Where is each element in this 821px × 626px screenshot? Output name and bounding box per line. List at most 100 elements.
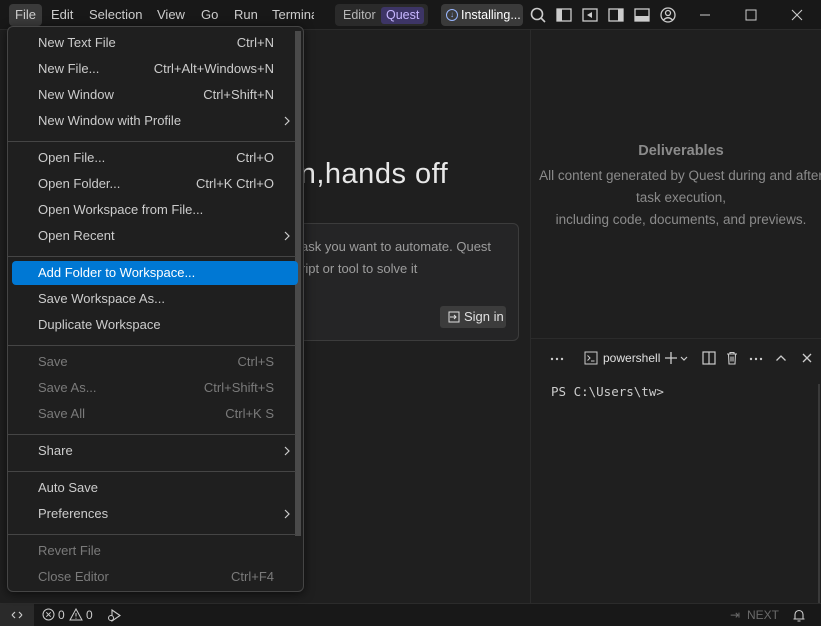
deliverables-line-2: task execution,: [635, 190, 727, 205]
file-menu-item-label: Revert File: [38, 543, 101, 558]
next-label: NEXT: [747, 608, 780, 622]
file-menu-item[interactable]: New Window Ctrl+Shift+N: [12, 83, 298, 107]
file-menu-item-label: New Text File: [38, 35, 116, 50]
file-menu-item[interactable]: New Window with Profile: [12, 109, 298, 133]
split-terminal-icon[interactable]: [701, 350, 717, 366]
mode-switch: Editor Quest: [335, 4, 428, 26]
deliverables-title: Deliverables: [638, 143, 724, 159]
chevron-down-icon[interactable]: [679, 350, 689, 366]
file-menu-item: Revert File: [12, 539, 298, 563]
mode-quest-tab[interactable]: Quest: [381, 7, 425, 24]
menu-separator: [8, 434, 296, 435]
toggle-secondary-sidebar-icon[interactable]: [607, 6, 625, 24]
file-menu-item[interactable]: New Text File Ctrl+N: [12, 31, 298, 55]
file-menu-item-label: Open Workspace from File...: [38, 202, 204, 217]
sign-in-icon: [448, 311, 460, 323]
menu-run[interactable]: Run: [228, 4, 264, 26]
file-menu-item-label: Open File...: [38, 150, 106, 165]
chevron-right-icon: [284, 231, 290, 241]
file-menu-item[interactable]: New File... Ctrl+Alt+Windows+N: [12, 57, 298, 81]
close-icon[interactable]: [774, 0, 820, 30]
remote-indicator[interactable]: [0, 604, 34, 626]
menu-separator: [8, 471, 296, 472]
mode-editor-tab[interactable]: Editor: [339, 4, 380, 26]
installing-status-chip[interactable]: ↓ Installing...: [441, 4, 523, 26]
minimize-icon[interactable]: [682, 0, 728, 30]
file-menu-item-label: Open Folder...: [38, 176, 121, 191]
sign-in-button[interactable]: Sign in: [440, 306, 506, 328]
terminal-prompt[interactable]: PS C:\Users\tw>: [551, 384, 664, 399]
file-menu-item-label: Save Workspace As...: [38, 291, 165, 306]
menu-separator: [8, 256, 296, 257]
menu-selection[interactable]: Selection: [83, 4, 148, 26]
file-menu-item: Save As... Ctrl+Shift+S: [12, 376, 298, 400]
menu-terminal[interactable]: Termina: [266, 4, 314, 26]
status-bar: 0 0 ⇥ NEXT: [0, 603, 821, 626]
menu-view[interactable]: View: [151, 4, 191, 26]
account-icon[interactable]: [659, 6, 677, 24]
bell-icon[interactable]: [792, 608, 806, 623]
toggle-panel-icon[interactable]: [633, 6, 651, 24]
file-menu-dropdown: New Text File Ctrl+N New File... Ctrl+Alt+W…: [7, 26, 304, 592]
search-icon[interactable]: [529, 6, 547, 24]
file-menu-item-shortcut: Ctrl+O: [236, 150, 274, 165]
file-menu-item-shortcut: Ctrl+Shift+N: [203, 87, 274, 102]
warning-icon: [69, 608, 83, 621]
file-menu-item-shortcut: Ctrl+S: [237, 354, 274, 369]
menu-go[interactable]: Go: [195, 4, 224, 26]
file-menu-item-label: Auto Save: [38, 480, 98, 495]
chevron-right-icon: [284, 509, 290, 519]
more-actions-icon[interactable]: [748, 350, 764, 366]
menu-file[interactable]: File: [9, 4, 42, 26]
file-menu-item-label: Preferences: [38, 506, 109, 521]
file-menu-item[interactable]: Save Workspace As...: [12, 287, 298, 311]
download-icon: ↓: [446, 9, 458, 21]
file-menu-item[interactable]: Preferences: [12, 502, 298, 526]
new-terminal-icon[interactable]: [663, 350, 679, 366]
terminal-scrollbar[interactable]: [818, 384, 820, 604]
warning-count: 0: [86, 608, 93, 622]
sign-in-label: Sign in: [464, 309, 504, 324]
toggle-panel-left-icon[interactable]: [581, 6, 599, 24]
maximize-icon[interactable]: [728, 0, 774, 30]
file-menu-item[interactable]: Add Folder to Workspace...: [12, 261, 298, 285]
file-menu-item-shortcut: Ctrl+Shift+S: [203, 380, 274, 395]
file-menu-item-label: Close Editor: [38, 569, 109, 584]
file-menu-item-label: New Window: [38, 87, 114, 102]
terminal-tab-powershell[interactable]: powershell: [583, 348, 660, 368]
menu-separator: [8, 141, 296, 142]
terminal-icon: [584, 351, 598, 365]
file-menu-item-shortcut: Ctrl+Alt+Windows+N: [153, 61, 274, 76]
file-menu-item[interactable]: Open Workspace from File...: [12, 198, 298, 222]
deliverables-pane: Deliverables All content generated by Qu…: [530, 30, 821, 338]
toggle-primary-sidebar-icon[interactable]: [555, 6, 573, 24]
close-panel-icon[interactable]: [799, 350, 815, 366]
trash-icon[interactable]: [724, 350, 740, 366]
deliverables-description: All content generated by Quest during an…: [531, 165, 821, 231]
deliverables-line-1: All content generated by Quest during an…: [539, 168, 821, 183]
file-menu-item-shortcut: Ctrl+N: [236, 35, 274, 50]
file-menu-item-label: Add Folder to Workspace...: [38, 265, 196, 280]
file-menu-item[interactable]: Share: [12, 439, 298, 463]
file-menu-item[interactable]: Auto Save: [12, 476, 298, 500]
next-arrow-icon: ⇥: [730, 608, 741, 622]
more-actions-icon[interactable]: [549, 350, 565, 366]
quest-prompt-text: ask you want to automate. Quest ript or …: [301, 239, 492, 276]
file-menu-item[interactable]: Open Folder... Ctrl+K Ctrl+O: [12, 172, 298, 196]
error-count: 0: [58, 608, 65, 622]
deliverables-line-3: including code, documents, and previews.: [555, 212, 807, 227]
run-debug-icon[interactable]: [107, 608, 123, 623]
file-menu-item[interactable]: Duplicate Workspace: [12, 313, 298, 337]
menu-separator: [8, 345, 296, 346]
file-menu-item[interactable]: Open Recent: [12, 224, 298, 248]
maximize-panel-icon[interactable]: [773, 350, 789, 366]
file-menu-item-label: Save: [38, 354, 68, 369]
file-menu-item-shortcut: Ctrl+F4: [231, 569, 274, 584]
chevron-right-icon: [284, 446, 290, 456]
installing-label: Installing...: [461, 8, 521, 22]
file-menu-item[interactable]: Open File... Ctrl+O: [12, 146, 298, 170]
file-menu-item-label: Save As...: [38, 380, 97, 395]
file-menu-item-shortcut: Ctrl+K Ctrl+O: [195, 176, 274, 191]
menu-edit[interactable]: Edit: [45, 4, 79, 26]
quest-prompt-box[interactable]: ask you want to automate. Quest ript or …: [280, 223, 519, 341]
